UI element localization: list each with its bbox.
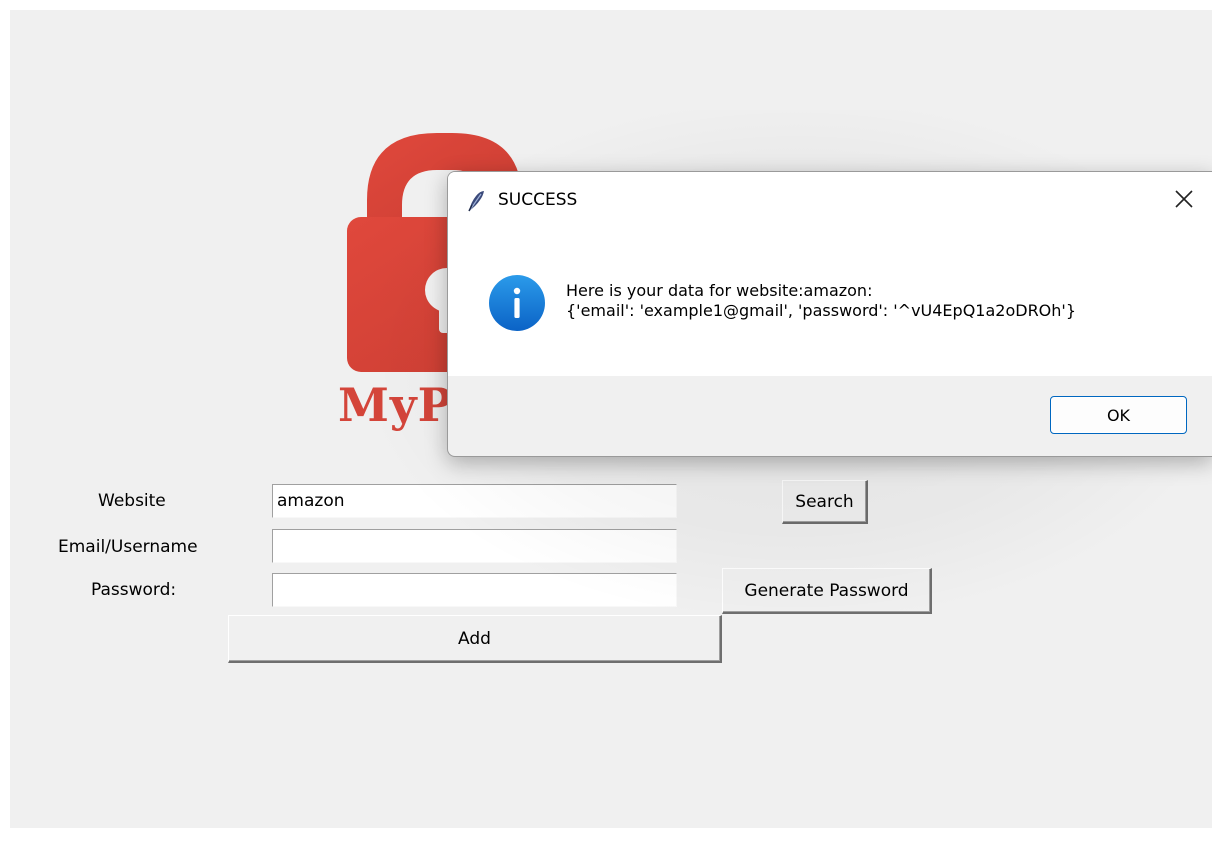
dialog-message-line1: Here is your data for website:amazon:: [566, 281, 873, 300]
logo-text: MyP: [338, 378, 454, 432]
website-input[interactable]: [272, 484, 677, 518]
search-button[interactable]: Search: [782, 480, 868, 524]
success-dialog: SUCCESS Here is your data for website:am…: [447, 171, 1212, 457]
email-username-input[interactable]: [272, 529, 677, 563]
close-icon[interactable]: [1171, 186, 1197, 212]
info-icon: [489, 275, 545, 331]
dialog-message-line2: {'email': 'example1@gmail', 'password': …: [566, 301, 1076, 320]
dialog-body: Here is your data for website:amazon: {'…: [448, 228, 1212, 376]
ok-button[interactable]: OK: [1050, 396, 1187, 434]
email-username-label: Email/Username: [58, 537, 198, 557]
password-input[interactable]: [272, 573, 677, 607]
website-label: Website: [98, 491, 166, 511]
dialog-message: Here is your data for website:amazon: {'…: [566, 281, 1076, 321]
dialog-title: SUCCESS: [498, 190, 578, 210]
dialog-titlebar[interactable]: SUCCESS: [448, 172, 1212, 228]
generate-password-button[interactable]: Generate Password: [722, 568, 932, 614]
feather-icon: [468, 191, 484, 212]
password-label: Password:: [91, 580, 177, 600]
add-button[interactable]: Add: [228, 615, 722, 663]
